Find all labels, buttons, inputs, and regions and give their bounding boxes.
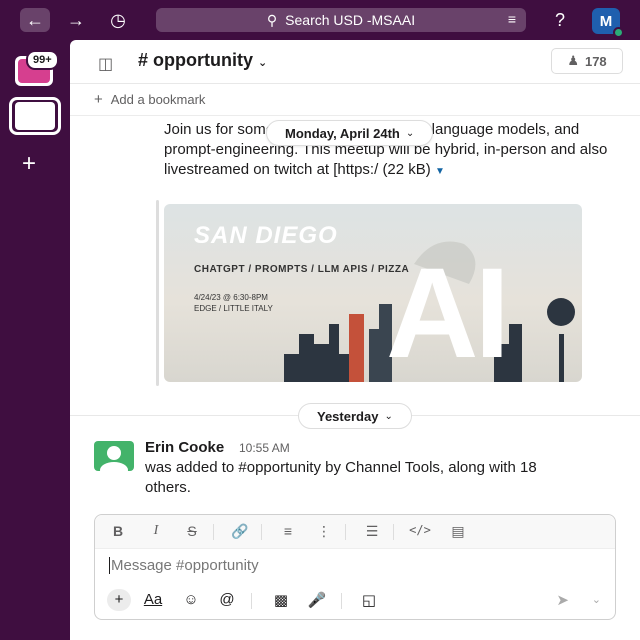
message-input[interactable]: Message #opportunity	[109, 557, 259, 574]
yesterday-pill[interactable]: Yesterday ⌄	[298, 403, 412, 429]
channel-title[interactable]: # opportunity ⌄	[138, 50, 267, 71]
history-clock-icon[interactable]: ◷	[104, 8, 132, 32]
workspace-sidebar: 99+ +	[0, 40, 70, 640]
attachment-bar	[156, 200, 159, 386]
image-date: 4/24/23 @ 6:30-8PM EDGE / LITTLE ITALY	[194, 293, 273, 313]
add-workspace-button[interactable]: +	[22, 150, 36, 178]
plus-icon: +	[94, 91, 103, 108]
channel-header: ◫ # opportunity ⌄ ♟ 178	[70, 40, 640, 84]
message-composer: B I S 🔗 ≡ ⋮ ☰ </> ▤ Message #opportunity…	[94, 514, 616, 620]
message-timestamp[interactable]: 10:55 AM	[239, 441, 290, 455]
user-avatar[interactable]: M	[592, 8, 624, 38]
image-title: SAN DIEGO	[194, 222, 338, 249]
code-block-icon[interactable]: ▤	[447, 523, 469, 540]
collapse-caret-icon[interactable]: ▼	[435, 166, 445, 177]
top-bar: ← → ◷ ⚲ Search USD -MSAAI ≡ ? M	[0, 0, 640, 40]
bold-icon[interactable]: B	[107, 523, 129, 539]
person-icon: ♟	[567, 53, 579, 68]
message-body: was added to #opportunity by Channel Too…	[145, 459, 537, 496]
workspace-button-toreros[interactable]	[9, 97, 61, 135]
video-icon[interactable]: ▩	[269, 591, 293, 609]
filter-icon[interactable]: ≡	[508, 11, 516, 27]
bookmark-label: Add a bookmark	[110, 92, 206, 107]
author-avatar[interactable]	[94, 441, 134, 471]
image-subtitle: CHATGPT / PROMPTS / LLM APIS / PIZZA	[194, 264, 410, 275]
code-icon[interactable]: </>	[409, 523, 431, 537]
mention-icon[interactable]: @	[215, 591, 239, 608]
channel-main: ◫ # opportunity ⌄ ♟ 178 + Add a bookmark…	[70, 40, 640, 640]
member-count: 178	[584, 53, 607, 69]
shortcuts-slash-icon[interactable]: ◱	[357, 591, 381, 609]
bulleted-list-icon[interactable]: ⋮	[313, 523, 335, 540]
add-bookmark-button[interactable]: + Add a bookmark	[70, 84, 640, 116]
emoji-icon[interactable]: ☺	[179, 591, 203, 608]
search-text: Search USD -MSAAI	[285, 12, 416, 28]
sidebar-toggle-icon[interactable]: ◫	[98, 54, 113, 74]
italic-icon[interactable]: I	[145, 523, 167, 539]
formatting-toolbar: B I S 🔗 ≡ ⋮ ☰ </> ▤	[95, 515, 615, 549]
strikethrough-icon[interactable]: S	[181, 523, 203, 539]
search-icon: ⚲	[266, 11, 278, 28]
user-initial: M	[599, 12, 613, 30]
chevron-down-icon: ⌄	[384, 410, 393, 422]
search-bar[interactable]: ⚲ Search USD -MSAAI ≡	[156, 8, 526, 32]
image-ai-letters: AI	[386, 242, 510, 382]
send-icon[interactable]: ➤	[556, 591, 569, 609]
online-status-dot	[613, 27, 624, 38]
formatting-toggle-button[interactable]: Aa	[141, 591, 165, 608]
members-button[interactable]: ♟ 178	[551, 48, 623, 74]
attach-plus-button[interactable]: +	[107, 589, 131, 611]
link-icon[interactable]: 🔗	[229, 523, 251, 540]
forward-arrow-icon[interactable]: →	[62, 8, 90, 32]
blockquote-icon[interactable]: ☰	[361, 523, 383, 540]
notification-badge: 99+	[26, 50, 59, 70]
workspace-logo	[15, 102, 55, 130]
file-size: (22 kB)	[382, 161, 431, 178]
ordered-list-icon[interactable]: ≡	[277, 523, 299, 539]
microphone-icon[interactable]: 🎤	[305, 591, 329, 609]
date-divider-pill[interactable]: Monday, April 24th ⌄	[266, 120, 434, 146]
message-author[interactable]: Erin Cooke	[145, 439, 224, 456]
chevron-down-icon: ⌄	[405, 127, 415, 139]
send-options-chevron-icon[interactable]: ⌄	[592, 593, 601, 606]
meetup-image[interactable]: SAN DIEGO CHATGPT / PROMPTS / LLM APIS /…	[164, 204, 582, 382]
help-icon[interactable]: ?	[546, 8, 574, 32]
back-arrow-icon[interactable]: ←	[20, 8, 50, 32]
